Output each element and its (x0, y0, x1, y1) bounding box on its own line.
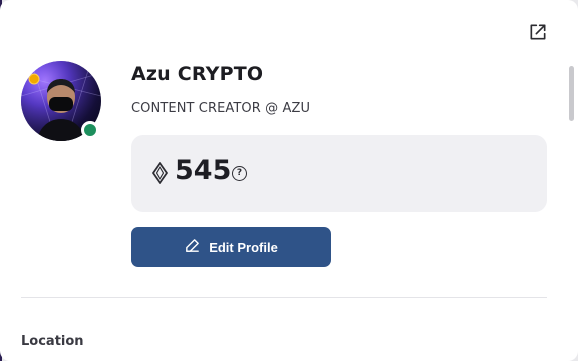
edit-profile-label: Edit Profile (209, 239, 278, 255)
section-divider (21, 297, 547, 298)
online-status-dot (81, 121, 99, 139)
external-link-icon[interactable] (528, 22, 548, 42)
profile-card: Azu CRYPTO CONTENT CREATOR @ AZU 545 ? E… (0, 0, 578, 361)
scrollbar[interactable] (566, 0, 578, 361)
avatar (21, 61, 101, 141)
points-value: 545 (175, 155, 232, 186)
question-circle-icon[interactable]: ? (232, 166, 247, 181)
edit-profile-button[interactable]: Edit Profile (131, 227, 331, 267)
pencil-icon (184, 237, 201, 257)
points-panel: 545 ? (131, 135, 547, 212)
location-label: Location (21, 334, 84, 349)
scrollbar-thumb[interactable] (569, 66, 574, 121)
diamond-icon (151, 162, 169, 184)
profile-name: Azu CRYPTO (131, 63, 264, 85)
profile-subtitle: CONTENT CREATOR @ AZU (131, 101, 311, 116)
